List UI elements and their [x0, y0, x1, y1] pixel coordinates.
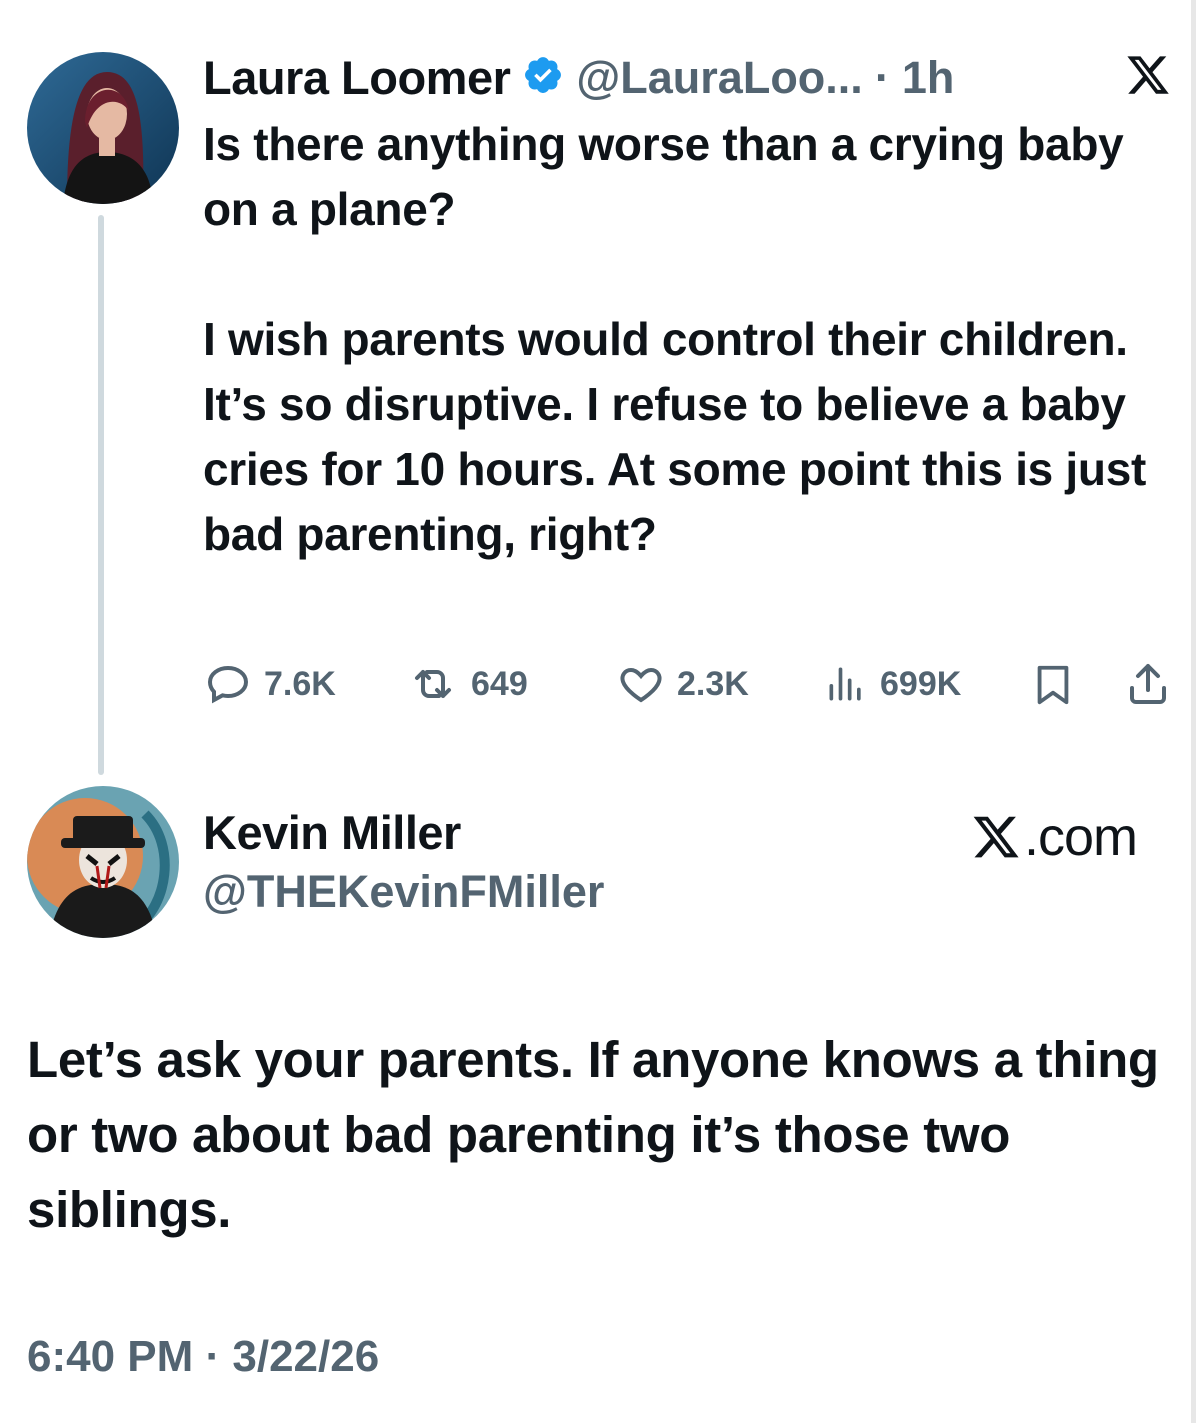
brand-text: .com — [1024, 807, 1138, 867]
like-icon — [620, 667, 662, 703]
x-logo-icon[interactable] — [1124, 52, 1172, 103]
separator-dot: · — [874, 51, 890, 103]
tweet-text: Is there anything worse than a crying ba… — [203, 118, 1147, 560]
thread-connector-line — [98, 215, 104, 775]
reply-button[interactable]: 7.6K — [204, 660, 336, 708]
reply-timestamp[interactable]: 6:40 PM · 3/22/26 — [27, 1332, 379, 1382]
repost-button[interactable]: 649 — [407, 660, 528, 708]
views-count: 699K — [880, 664, 962, 703]
author-name[interactable]: Laura Loomer — [203, 50, 511, 105]
share-icon[interactable] — [1124, 660, 1172, 713]
repost-icon — [415, 670, 451, 698]
tweet-header: Laura Loomer @LauraLoo... · 1h — [203, 50, 954, 105]
reply-text: Let’s ask your parents. If anyone knows … — [27, 1031, 1159, 1238]
brand-watermark: .com — [970, 806, 1138, 868]
reply-count: 7.6K — [264, 664, 336, 703]
kevin-avatar[interactable] — [27, 786, 179, 938]
screen-edge — [1191, 0, 1196, 1423]
repost-count: 649 — [471, 664, 528, 703]
laura-avatar[interactable] — [27, 52, 179, 204]
like-button[interactable]: 2.3K — [617, 660, 749, 708]
bookmark-icon[interactable] — [1030, 662, 1076, 713]
views-icon — [829, 667, 861, 701]
author-handle[interactable]: @LauraLoo... — [576, 52, 862, 104]
reply-icon — [207, 665, 249, 704]
verified-badge-icon — [522, 54, 564, 101]
x-logo-icon — [973, 816, 1019, 858]
views-button[interactable]: 699K — [824, 660, 961, 708]
like-count: 2.3K — [677, 664, 749, 703]
reply-author-handle[interactable]: @THEKevinFMiller — [203, 866, 604, 918]
reply-author-name[interactable]: Kevin Miller — [203, 805, 461, 860]
time-ago[interactable]: 1h — [902, 52, 955, 104]
